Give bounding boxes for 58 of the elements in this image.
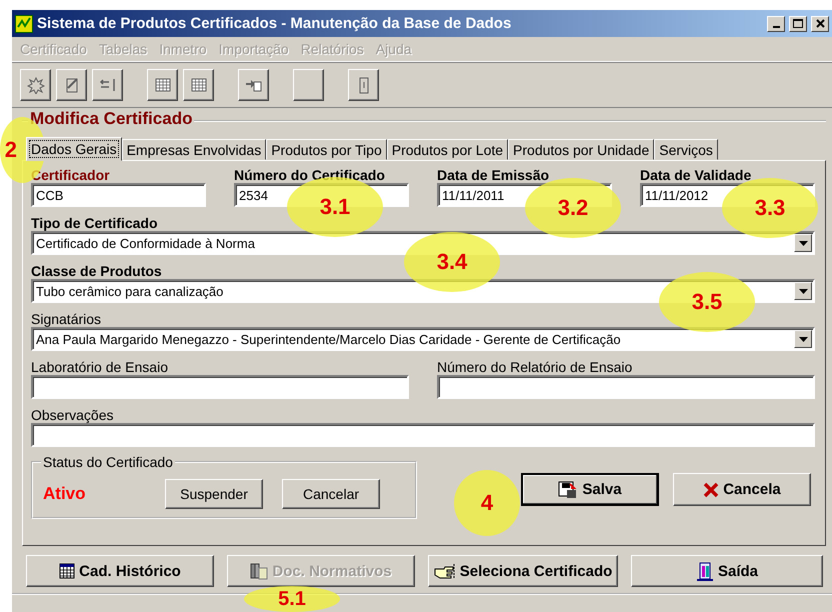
callout-marker: 5.1: [244, 586, 340, 612]
pointing-hand-icon: [434, 563, 456, 579]
dropdown-arrow-icon[interactable]: [798, 288, 808, 294]
cross-icon: [703, 482, 720, 498]
status-button[interactable]: Suspender: [165, 479, 263, 509]
tab[interactable]: Serviços: [654, 139, 718, 160]
calendar-icon: [59, 563, 76, 579]
callout-marker: 4: [454, 470, 520, 536]
input-field[interactable]: [31, 423, 815, 447]
minimize-icon: [772, 26, 780, 28]
status-value: Ativo: [43, 484, 86, 504]
input-field[interactable]: [31, 375, 409, 399]
tab[interactable]: Produtos por Unidade: [508, 139, 654, 160]
tab[interactable]: Dados Gerais: [26, 137, 122, 161]
books-icon: [250, 562, 268, 580]
toolbar-button[interactable]: [56, 69, 87, 101]
minimize-button[interactable]: [767, 16, 785, 32]
grid-icon: [190, 76, 208, 94]
burst-icon: [26, 76, 44, 94]
toolbar-button[interactable]: [20, 69, 51, 101]
field-label: Signatários: [31, 311, 102, 327]
field-label: Laboratório de Ensaio: [31, 359, 168, 375]
tab[interactable]: Empresas Envolvidas: [122, 139, 266, 160]
toolbar-button[interactable]: [293, 69, 324, 101]
close-button[interactable]: [811, 16, 829, 32]
dropdown-arrow-icon[interactable]: [798, 336, 808, 342]
dropdown[interactable]: Ana Paula Margarido Menegazzo - Superintendente/Marcelo Dias Caridade - Gerente de Certificação: [31, 327, 815, 351]
action-button[interactable]: Cad. Histórico: [26, 555, 214, 587]
toolbar-button[interactable]: [147, 69, 178, 101]
field-label: Certificador: [31, 167, 110, 183]
maximize-button[interactable]: [789, 16, 807, 32]
toolbar-button[interactable]: [238, 69, 269, 101]
toolbar-button[interactable]: [183, 69, 214, 101]
cancel-button[interactable]: Cancela: [673, 473, 811, 506]
maximize-icon: [793, 19, 803, 28]
input-field[interactable]: [437, 375, 815, 399]
door-person-icon: [696, 561, 714, 581]
field-label: Tipo de Certificado: [31, 215, 158, 231]
arrows-list-icon: [98, 76, 116, 94]
window-title: Sistema de Produtos Certificados - Manutenção da Base de Dados: [37, 15, 512, 32]
save-button[interactable]: Salva: [521, 473, 659, 506]
toolbar-button[interactable]: [348, 69, 379, 101]
toolbar-button[interactable]: [92, 69, 123, 101]
group-title: Status do Certificado: [41, 454, 175, 470]
grid-icon: [154, 76, 172, 94]
action-button[interactable]: Seleciona Certificado: [428, 555, 618, 587]
app-icon: [15, 14, 33, 32]
status-button[interactable]: Cancelar: [282, 479, 380, 509]
callout-marker: 3.5: [659, 272, 755, 332]
floppy-disk-icon: [558, 480, 578, 498]
field-label: Número do Relatório de Ensaio: [437, 359, 632, 375]
input-field[interactable]: CCB: [31, 183, 206, 207]
tab[interactable]: Produtos por Lote: [386, 139, 508, 160]
action-button[interactable]: Saída: [631, 555, 823, 587]
field-label: Classe de Produtos: [31, 263, 162, 279]
tab[interactable]: Produtos por Tipo: [266, 139, 387, 160]
close-icon: [816, 19, 824, 28]
field-label: Observações: [31, 407, 114, 423]
